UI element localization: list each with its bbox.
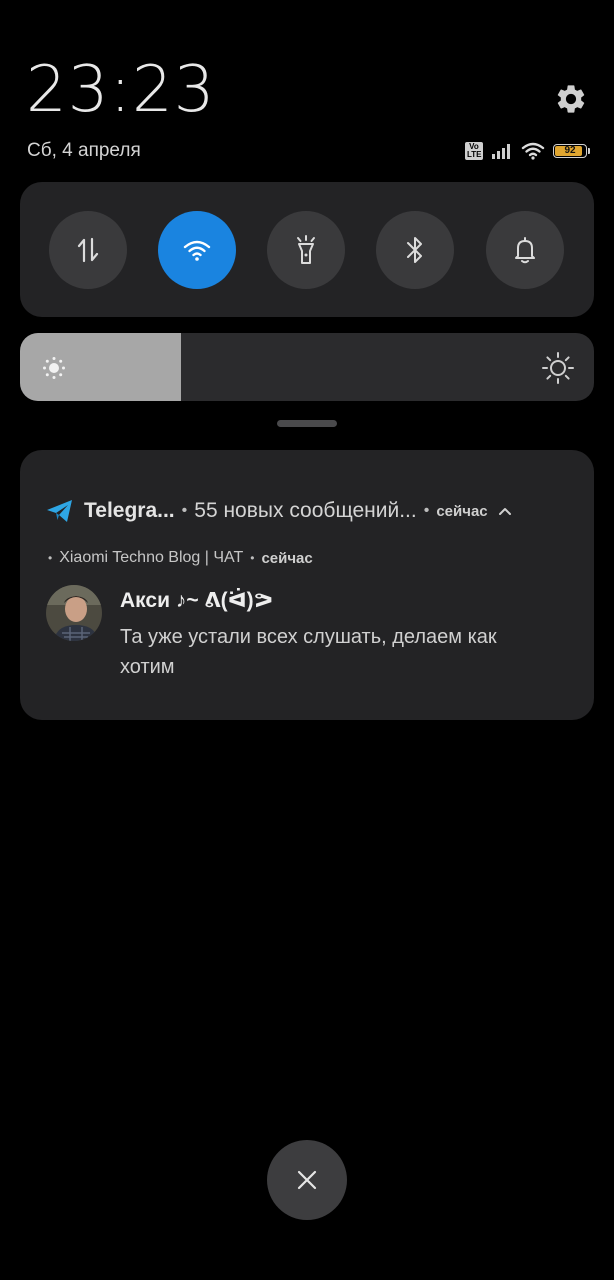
chat-name: Xiaomi Techno Blog | ЧАТ bbox=[59, 549, 244, 566]
clock: 23:23 bbox=[26, 53, 216, 127]
separator-dot: • bbox=[181, 502, 188, 519]
notification-time: сейчас bbox=[436, 502, 488, 520]
volte-icon: Vo LTE bbox=[465, 142, 483, 160]
wifi-icon bbox=[183, 240, 211, 261]
settings-button[interactable] bbox=[554, 82, 588, 116]
chat-subheader: • Xiaomi Techno Blog | ЧАТ • сейчас bbox=[48, 549, 313, 567]
battery-cap bbox=[588, 148, 590, 154]
toggle-mobile-data[interactable] bbox=[49, 211, 127, 289]
battery-icon: 92 bbox=[553, 144, 587, 158]
chat-time: сейчас bbox=[261, 549, 313, 567]
status-icons: Vo LTE 92 bbox=[465, 140, 590, 162]
wifi-status-icon bbox=[521, 142, 545, 160]
bluetooth-icon bbox=[407, 237, 422, 263]
toggle-bluetooth[interactable] bbox=[376, 211, 454, 289]
date: Сб, 4 апреля bbox=[27, 140, 141, 161]
brightness-high-icon bbox=[542, 352, 574, 384]
message-text: Та уже устали всех слушать, делаем как х… bbox=[120, 626, 497, 678]
data-arrows-icon bbox=[77, 237, 99, 263]
notification-card[interactable]: Telegra... • 55 новых сообщений... • сей… bbox=[20, 450, 594, 720]
bell-icon bbox=[515, 237, 535, 264]
clear-all-button[interactable] bbox=[267, 1140, 347, 1220]
signal-icon bbox=[492, 144, 510, 159]
avatar bbox=[46, 585, 102, 641]
toggle-flashlight[interactable] bbox=[267, 211, 345, 289]
battery-level: 92 bbox=[564, 145, 576, 156]
chevron-up-icon[interactable] bbox=[498, 506, 512, 516]
separator-dot: • bbox=[250, 551, 255, 565]
flashlight-icon bbox=[297, 235, 315, 264]
sender-name: Акси ♪~ ᕕ(ᐛ)ᕗ bbox=[120, 589, 274, 612]
close-icon bbox=[297, 1170, 317, 1190]
brightness-low-icon bbox=[43, 357, 65, 379]
quick-toggles-panel bbox=[20, 182, 594, 317]
separator-dot: • bbox=[48, 551, 53, 565]
separator-dot: • bbox=[423, 502, 430, 519]
brightness-slider[interactable] bbox=[20, 333, 594, 401]
gear-icon bbox=[557, 85, 585, 113]
toggle-sound[interactable] bbox=[486, 211, 564, 289]
notification-header: Telegra... • 55 новых сообщений... • сей… bbox=[46, 496, 564, 526]
telegram-icon bbox=[47, 500, 72, 522]
toggle-wifi[interactable] bbox=[158, 211, 236, 289]
notification-summary: 55 новых сообщений... bbox=[194, 499, 417, 522]
drag-handle[interactable] bbox=[277, 420, 337, 427]
app-name: Telegra... bbox=[84, 499, 175, 522]
